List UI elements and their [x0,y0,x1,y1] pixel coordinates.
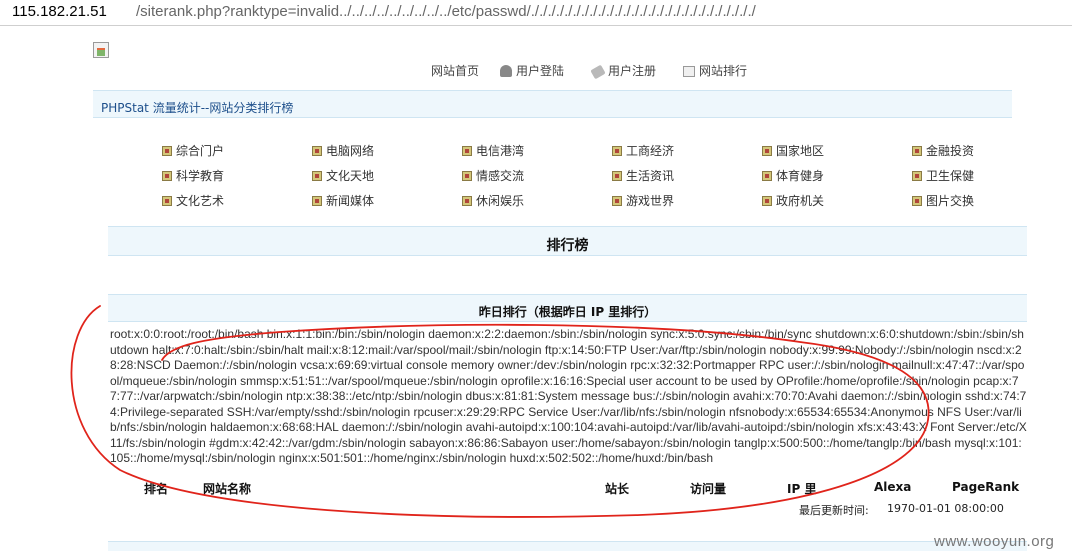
category-link[interactable]: 体育健身 [762,167,824,184]
bullet-icon [762,171,772,181]
category-link[interactable]: 新闻媒体 [312,192,374,209]
bullet-icon [912,196,922,206]
col-visits-header: 访问量 [690,482,727,496]
annotation-circle [70,305,930,518]
nav-home-link[interactable]: 网站首页 [431,62,479,80]
watermark: www.wooyun.org [934,533,1055,550]
bullet-icon [312,171,322,181]
category-link[interactable]: 情感交流 [462,167,524,184]
category-link[interactable]: 国家地区 [762,142,824,159]
bullet-icon [462,196,472,206]
category-link[interactable]: 文化艺术 [162,192,224,209]
category-link[interactable]: 生活资讯 [612,167,674,184]
category-link[interactable]: 游戏世界 [612,192,674,209]
bottom-bar [108,541,1027,551]
address-bar[interactable]: 115.182.21.51 /siterank.php?ranktype=inv… [0,0,1072,26]
bullet-icon [912,171,922,181]
page-title: PHPStat 流量统计--网站分类排行榜 [101,101,294,115]
bullet-icon [162,171,172,181]
nav-ranking-link[interactable]: 网站排行 [683,62,747,80]
bullet-icon [462,146,472,156]
category-link[interactable]: 图片交换 [912,192,974,209]
nav-ranking-label: 网站排行 [699,64,748,78]
bullet-icon [612,146,622,156]
category-link[interactable]: 电脑网络 [312,142,374,159]
url-path[interactable]: /siterank.php?ranktype=invalid../../../.… [136,3,756,20]
col-alexa-header: Alexa [874,480,912,494]
nav-login-link[interactable]: 用户登陆 [500,62,564,80]
bullet-icon [612,196,622,206]
category-link[interactable]: 科学教育 [162,167,224,184]
page-icon [683,66,695,77]
url-host[interactable]: 115.182.21.51 [12,3,107,20]
bullet-icon [612,171,622,181]
category-link[interactable]: 政府机关 [762,192,824,209]
title-bar: PHPStat 流量统计--网站分类排行榜 [93,90,1012,118]
category-link[interactable]: 金融投资 [912,142,974,159]
nav-register-label: 用户注册 [608,64,657,78]
bullet-icon [162,196,172,206]
ranking-heading: 排行榜 [546,238,589,254]
broken-image-icon [93,42,109,58]
category-link[interactable]: 卫生保健 [912,167,974,184]
bullet-icon [912,146,922,156]
nav-login-label: 用户登陆 [516,64,565,78]
last-update-value: 1970-01-01 08:00:00 [887,502,1004,515]
col-owner-header: 站长 [605,482,630,496]
last-update-label: 最后更新时间: [799,504,869,517]
bullet-icon [762,196,772,206]
user-icon [500,65,512,77]
leaked-passwd-text: root:x:0:0:root:/root:/bin/bash bin:x:1:… [110,327,1027,465]
ranking-header-bar: 排行榜 [108,226,1027,256]
tag-icon [590,64,606,80]
category-link[interactable]: 休闲娱乐 [462,192,524,209]
col-rank-header: 排名 [144,482,169,496]
bullet-icon [312,146,322,156]
bullet-icon [162,146,172,156]
yesterday-header-bar: 昨日排行（根据昨日 IP 里排行） [108,294,1027,322]
col-site-name-header: 网站名称 [203,482,252,496]
bullet-icon [312,196,322,206]
category-link[interactable]: 电信港湾 [462,142,524,159]
nav-register-link[interactable]: 用户注册 [590,62,657,80]
col-pagerank-header: PageRank [952,480,1020,494]
bullet-icon [462,171,472,181]
col-ip-header: IP 里 [787,482,817,496]
category-link[interactable]: 工商经济 [612,142,674,159]
yesterday-heading: 昨日排行（根据昨日 IP 里排行） [478,305,657,319]
category-link[interactable]: 综合门户 [162,142,224,159]
category-link[interactable]: 文化天地 [312,167,374,184]
bullet-icon [762,146,772,156]
